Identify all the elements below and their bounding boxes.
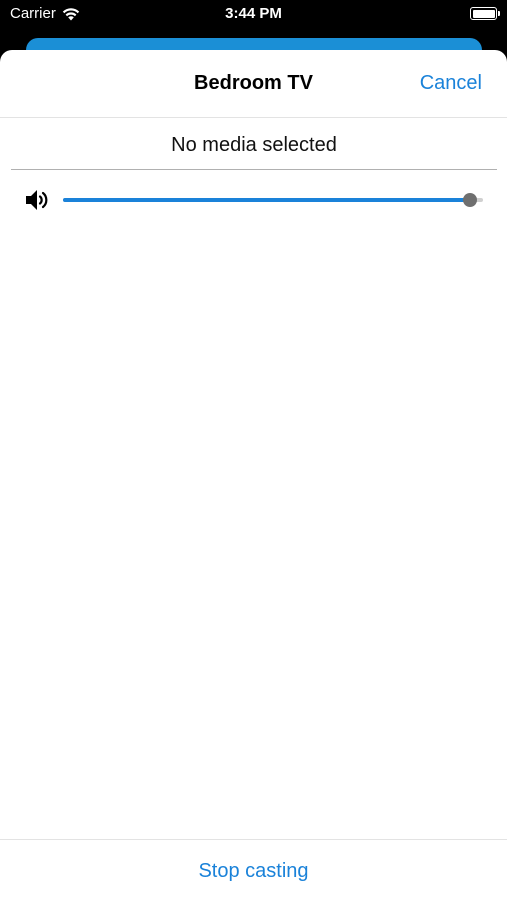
media-status-label: No media selected [11,134,497,170]
status-time: 3:44 PM [225,5,282,22]
battery-nub [498,11,500,16]
status-bar: Carrier 3:44 PM [0,0,507,30]
volume-slider[interactable] [63,193,483,207]
cast-control-sheet: Bedroom TV Cancel No media selected Stop… [0,50,507,900]
sheet-header: Bedroom TV Cancel [0,50,507,118]
cancel-button[interactable]: Cancel [420,72,482,95]
speaker-icon [26,190,48,210]
battery-fill [472,9,495,18]
volume-slider-fill [63,198,471,202]
stop-casting-button[interactable]: Stop casting [0,860,507,883]
sheet-footer: Stop casting [0,839,507,900]
volume-row [0,186,507,214]
volume-slider-thumb[interactable] [463,193,478,207]
battery-icon [470,7,500,20]
